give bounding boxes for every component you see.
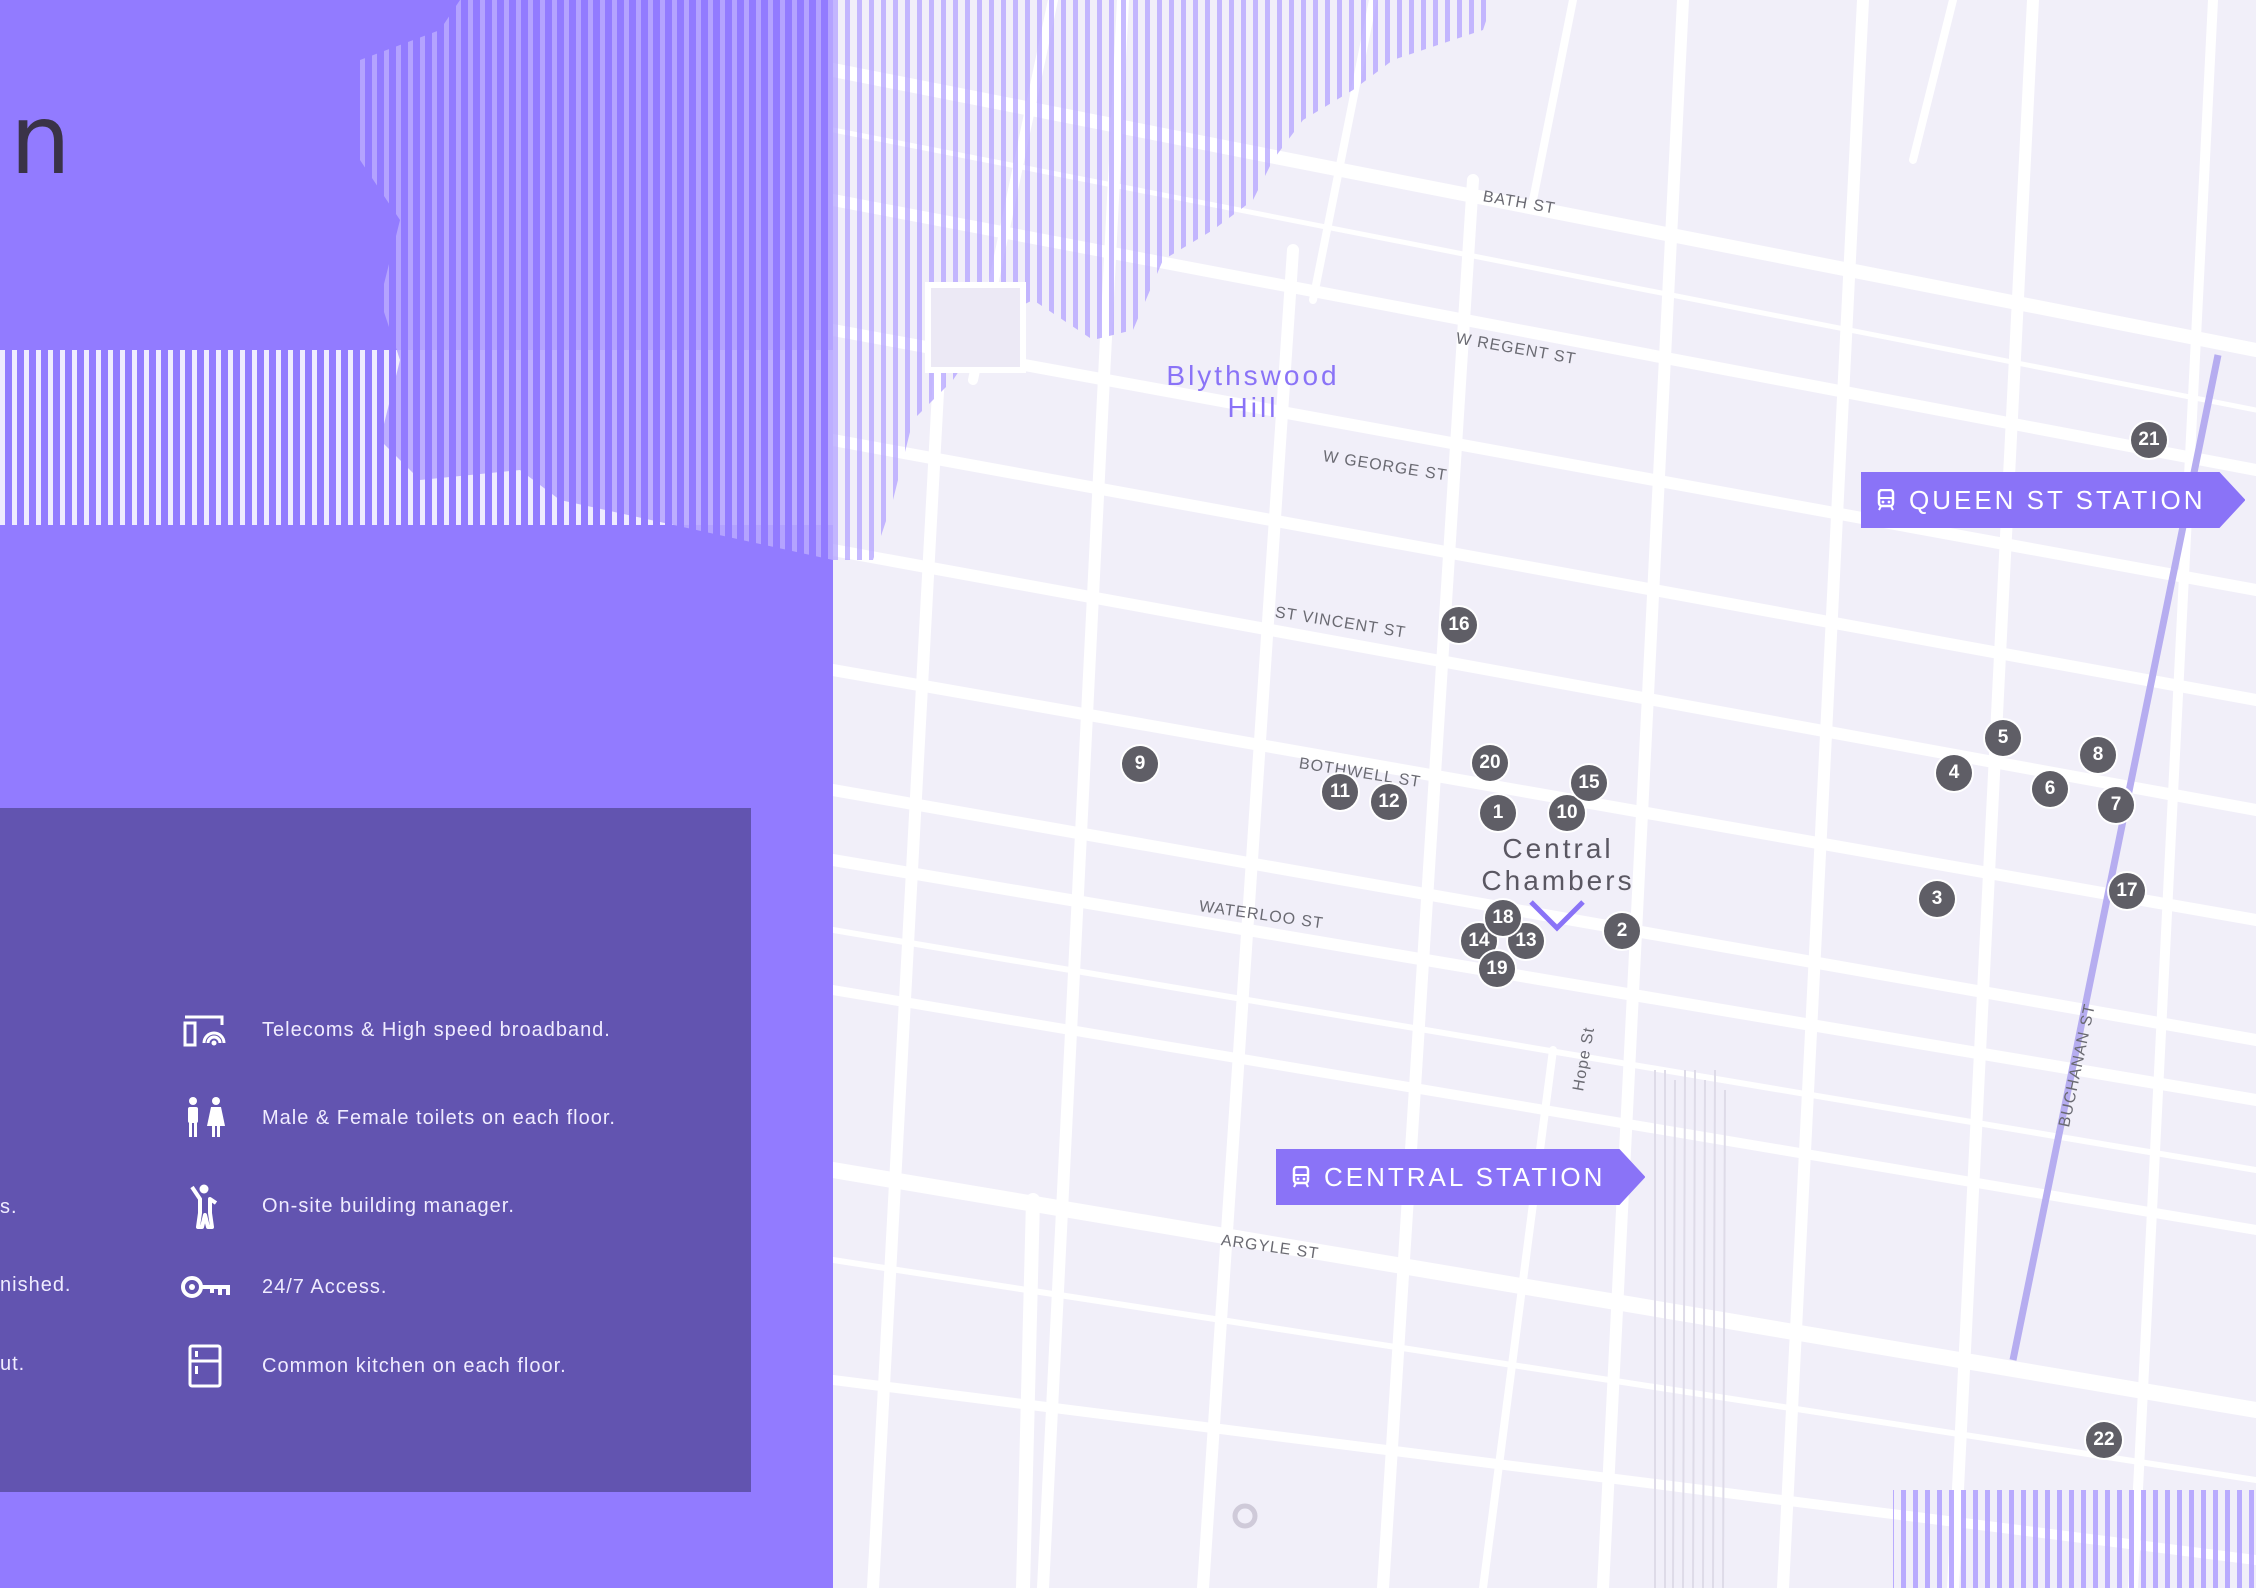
map-marker-11[interactable]: 11 <box>1322 774 1358 810</box>
landmark-label: Central Chambers <box>1443 833 1673 897</box>
amenity-item: 24/7 Access. <box>180 1265 387 1309</box>
train-icon <box>1877 489 1895 511</box>
map-marker-7[interactable]: 7 <box>2098 787 2134 823</box>
page-title: n <box>10 84 71 196</box>
amenity-label: 24/7 Access. <box>262 1275 388 1298</box>
map-marker-5[interactable]: 5 <box>1985 720 2021 756</box>
amenity-item: On-site building manager. <box>180 1184 515 1229</box>
landmark-label-line: Chambers <box>1481 865 1635 896</box>
kitchen-icon <box>180 1344 230 1388</box>
stripe-overlay <box>1893 1490 2256 1588</box>
map-marker-4[interactable]: 4 <box>1936 755 1972 791</box>
map-marker-16[interactable]: 16 <box>1441 607 1477 643</box>
amenity-label: Telecoms & High speed broadband. <box>262 1018 611 1041</box>
map-marker-6[interactable]: 6 <box>2032 771 2068 807</box>
map-marker-17[interactable]: 17 <box>2109 873 2145 909</box>
district-label-line: Blythswood <box>1166 360 1340 391</box>
broadband-icon <box>180 1008 230 1052</box>
map-marker-21[interactable]: 21 <box>2131 422 2167 458</box>
info-panel: n s. nished. ut. Telecoms & High speed b… <box>0 0 833 1588</box>
map-marker-22[interactable]: 22 <box>2086 1422 2122 1458</box>
queen-st-station-label[interactable]: QUEEN ST STATION <box>1861 472 2245 528</box>
district-label-line: Hill <box>1227 392 1279 423</box>
toilets-icon <box>180 1096 230 1140</box>
district-label: Blythswood Hill <box>1123 360 1383 424</box>
map-marker-19[interactable]: 19 <box>1479 951 1515 987</box>
amenities-box: s. nished. ut. Telecoms & High speed bro… <box>0 808 751 1492</box>
map-marker-8[interactable]: 8 <box>2080 737 2116 773</box>
map-marker-10[interactable]: 10 <box>1549 795 1585 831</box>
map-marker-20[interactable]: 20 <box>1472 745 1508 781</box>
station-name: CENTRAL STATION <box>1324 1161 1606 1192</box>
station-name: QUEEN ST STATION <box>1909 484 2206 515</box>
building-manager-icon <box>180 1184 230 1229</box>
map-marker-3[interactable]: 3 <box>1919 881 1955 917</box>
amenity-item: Male & Female toilets on each floor. <box>180 1096 616 1140</box>
train-icon <box>1292 1166 1310 1188</box>
stripe-pattern <box>0 0 833 560</box>
location-map[interactable]: Blythswood Hill Central Chambers BATH ST… <box>833 0 2256 1588</box>
amenity-label: Common kitchen on each floor. <box>262 1354 567 1377</box>
map-marker-1[interactable]: 1 <box>1480 795 1516 831</box>
park <box>925 282 1026 373</box>
amenity-label: Male & Female toilets on each floor. <box>262 1106 616 1129</box>
map-marker-9[interactable]: 9 <box>1122 746 1158 782</box>
map-marker-18[interactable]: 18 <box>1485 900 1521 936</box>
amenity-item: Telecoms & High speed broadband. <box>180 1008 611 1052</box>
map-marker-15[interactable]: 15 <box>1571 765 1607 801</box>
amenity-truncated: nished. <box>0 1274 72 1296</box>
key-icon <box>180 1265 230 1309</box>
map-marker-2[interactable]: 2 <box>1604 913 1640 949</box>
amenity-truncated: s. <box>0 1196 18 1218</box>
amenity-truncated: ut. <box>0 1353 26 1375</box>
map-marker-12[interactable]: 12 <box>1371 784 1407 820</box>
amenity-label: On-site building manager. <box>262 1194 515 1217</box>
landmark-label-line: Central <box>1502 833 1614 864</box>
roundabout <box>1232 1503 1258 1529</box>
central-station-label[interactable]: CENTRAL STATION <box>1276 1149 1645 1205</box>
amenity-item: Common kitchen on each floor. <box>180 1344 567 1388</box>
